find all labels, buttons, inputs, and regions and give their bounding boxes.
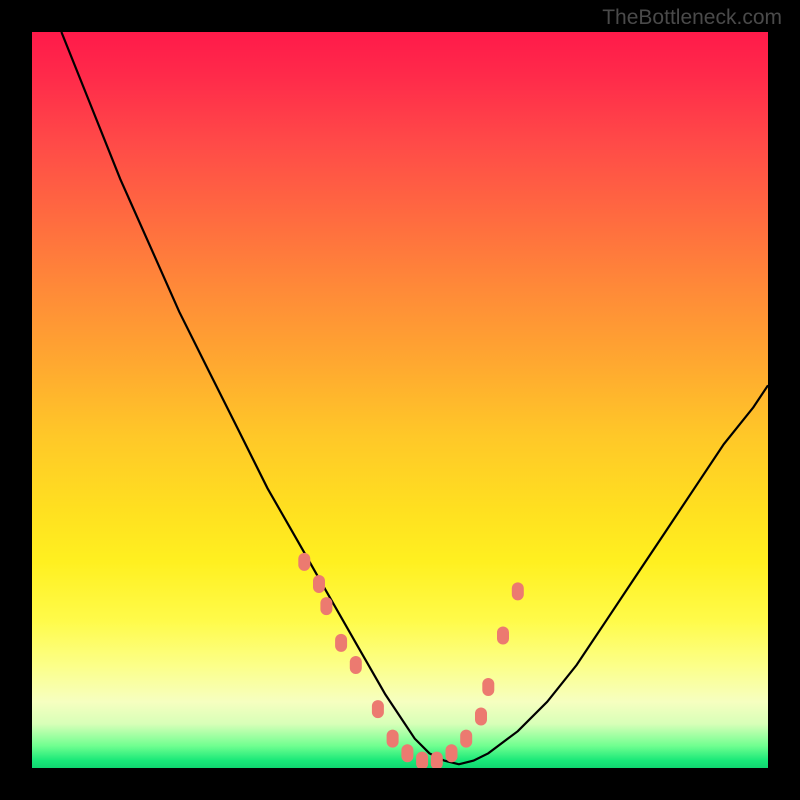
marker-point	[401, 744, 413, 762]
marker-point	[416, 752, 428, 768]
marker-point	[335, 634, 347, 652]
marker-point	[482, 678, 494, 696]
bottleneck-curve-line	[61, 32, 768, 764]
marker-point-group	[298, 553, 524, 768]
marker-point	[460, 730, 472, 748]
marker-point	[387, 730, 399, 748]
marker-point	[320, 597, 332, 615]
marker-point	[446, 744, 458, 762]
marker-point	[497, 627, 509, 645]
marker-point	[350, 656, 362, 674]
marker-point	[512, 582, 524, 600]
attribution-label: TheBottleneck.com	[602, 6, 782, 30]
marker-point	[313, 575, 325, 593]
marker-point	[298, 553, 310, 571]
marker-point	[431, 752, 443, 768]
chart-svg	[32, 32, 768, 768]
marker-point	[475, 708, 487, 726]
marker-point	[372, 700, 384, 718]
chart-background	[32, 32, 768, 768]
